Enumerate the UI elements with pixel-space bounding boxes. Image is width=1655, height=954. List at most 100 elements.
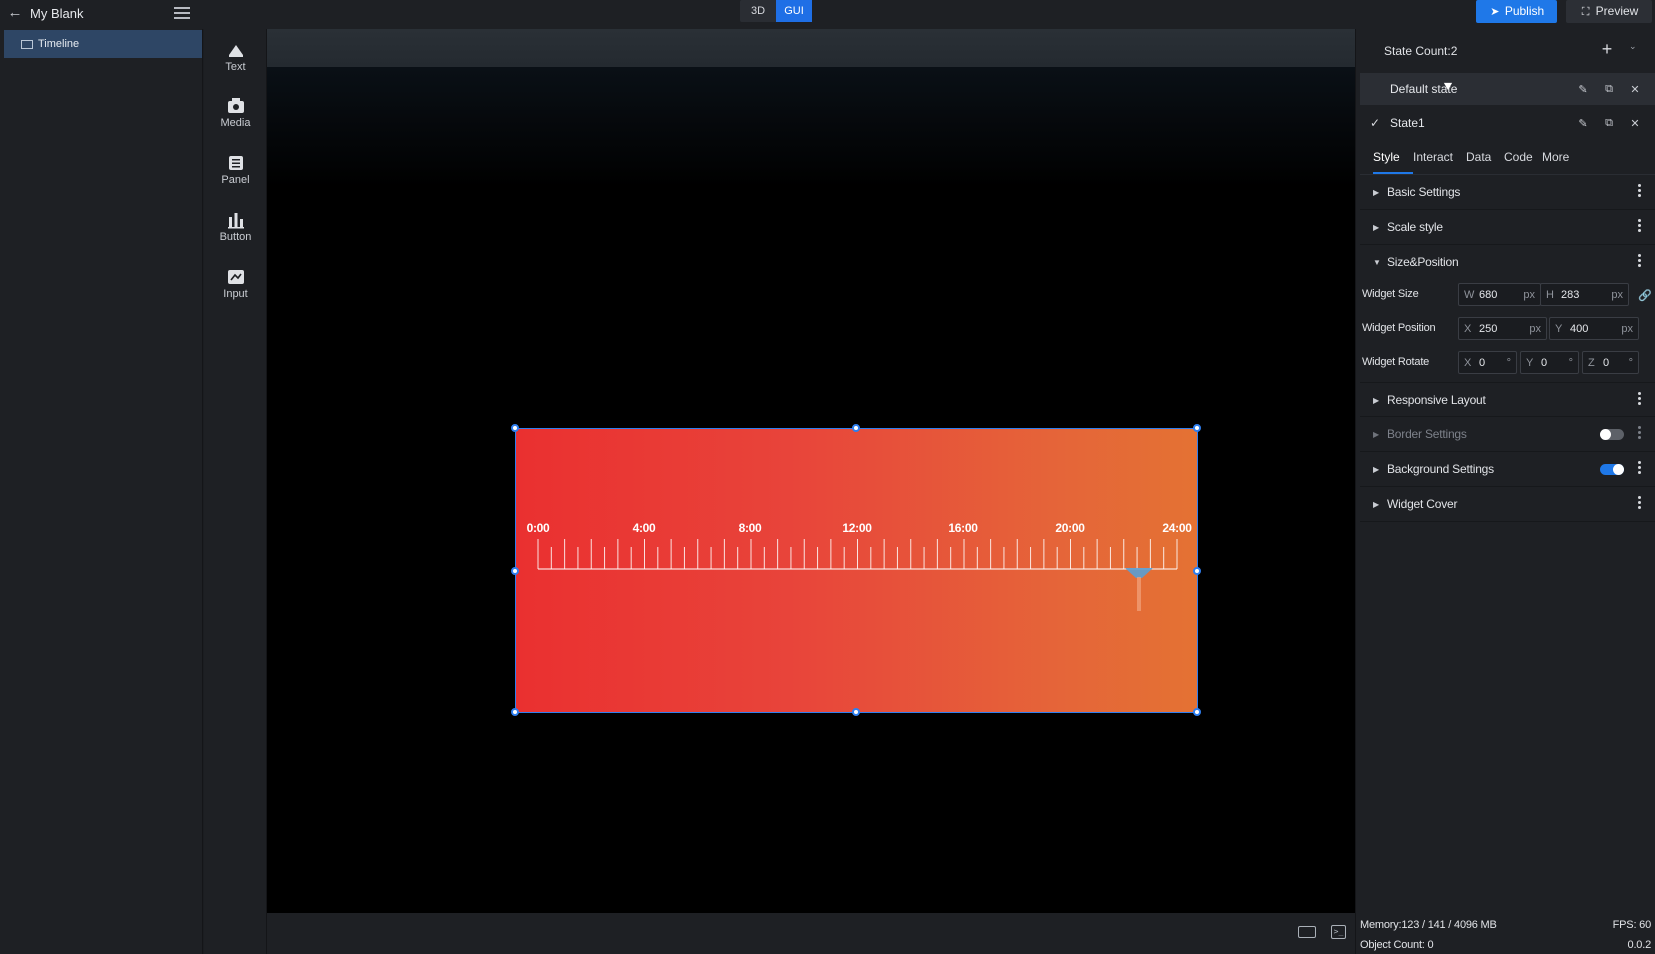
state-name: State1	[1390, 116, 1425, 130]
image-icon	[21, 39, 33, 49]
tab-code[interactable]: Code	[1504, 150, 1533, 164]
mouse-cursor-icon: ⯆	[1442, 79, 1455, 96]
position-y-input[interactable]: Y 400 px	[1549, 317, 1639, 340]
status-bar: Memory:123 / 141 / 4096 MB FPS: 60 Objec…	[1355, 913, 1655, 954]
timeline-widget[interactable]: 0:00 4:00 8:00 12:00 16:00 20:00 24:00	[511, 424, 1201, 716]
copy-icon[interactable]: ⧉	[1602, 83, 1616, 96]
fps-stat: FPS: 60	[1612, 919, 1652, 931]
tab-interact[interactable]: Interact	[1413, 150, 1453, 164]
collapse-arrow-icon: ▼	[1373, 258, 1381, 267]
section-scale-style[interactable]: ▶ Scale style	[1360, 210, 1655, 245]
mode-gui-button[interactable]: GUI	[776, 0, 812, 22]
tool-input[interactable]: Input	[204, 268, 267, 318]
publish-button[interactable]: ➤ Publish	[1476, 0, 1557, 23]
time-label: 4:00	[632, 521, 656, 535]
keyboard-icon[interactable]	[1298, 926, 1316, 938]
chevron-down-icon[interactable]: ⌄	[1629, 41, 1637, 52]
stage-background	[267, 67, 1355, 187]
top-bar: ← My Blank 3D GUI ➤ Publish ⛶ Preview	[0, 0, 1655, 29]
tree-item-timeline[interactable]: Timeline	[4, 30, 202, 58]
section-size-position[interactable]: ▼ Size&Position	[1360, 245, 1655, 280]
more-options-icon[interactable]	[1638, 496, 1642, 511]
edit-icon[interactable]: ✎	[1576, 117, 1590, 130]
section-border-settings[interactable]: ▶ Border Settings	[1360, 417, 1655, 452]
tool-media[interactable]: Media	[204, 97, 267, 147]
panel-icon	[226, 154, 246, 172]
project-title: My Blank	[30, 6, 84, 21]
time-label: 8:00	[738, 521, 762, 535]
widget-position-row: Widget Position X 250 px Y 400 px	[1360, 314, 1655, 344]
more-options-icon[interactable]	[1638, 254, 1642, 269]
input-icon	[226, 268, 246, 286]
background-toggle[interactable]	[1600, 464, 1624, 475]
object-count-stat: Object Count: 0	[1360, 939, 1434, 951]
time-label: 12:00	[842, 521, 872, 535]
tab-style[interactable]: Style	[1373, 150, 1400, 164]
canvas-header-strip	[267, 29, 1355, 67]
terminal-icon[interactable]: >_	[1331, 925, 1346, 939]
add-state-icon[interactable]: +	[1599, 39, 1615, 60]
resize-handle-se[interactable]	[1193, 708, 1201, 716]
resize-handle-e[interactable]	[1193, 567, 1201, 575]
link-icon[interactable]: 🔗	[1638, 289, 1652, 302]
preview-button[interactable]: ⛶ Preview	[1566, 0, 1652, 23]
timeline-labels: 0:00 4:00 8:00 12:00 16:00 20:00 24:00	[516, 521, 1199, 537]
memory-stat: Memory:123 / 141 / 4096 MB	[1360, 919, 1497, 931]
height-input[interactable]: H 283 px	[1540, 283, 1629, 306]
tool-button[interactable]: Button	[204, 211, 267, 261]
back-arrow-icon[interactable]: ←	[6, 4, 24, 22]
resize-handle-w[interactable]	[511, 567, 519, 575]
tool-text[interactable]: Text	[204, 41, 267, 91]
time-label: 20:00	[1055, 521, 1085, 535]
canvas-bottom-bar	[267, 913, 1355, 954]
close-icon[interactable]: ✕	[1628, 117, 1642, 130]
fullscreen-icon: ⛶	[1581, 6, 1590, 18]
more-options-icon[interactable]	[1638, 392, 1642, 407]
rotate-x-input[interactable]: X 0 °	[1458, 351, 1517, 374]
mode-toggle: 3D GUI	[740, 0, 812, 22]
section-responsive-layout[interactable]: ▶ Responsive Layout	[1360, 382, 1655, 417]
border-toggle[interactable]	[1600, 429, 1624, 440]
active-tab-indicator	[1373, 172, 1413, 174]
rotate-y-input[interactable]: Y 0 °	[1520, 351, 1579, 374]
more-options-icon[interactable]	[1638, 184, 1642, 199]
expand-arrow-icon: ▶	[1373, 430, 1380, 439]
resize-handle-nw[interactable]	[511, 424, 519, 432]
more-options-icon[interactable]	[1638, 461, 1642, 476]
resize-handle-ne[interactable]	[1193, 424, 1201, 432]
edit-icon[interactable]: ✎	[1576, 83, 1590, 96]
tool-panel[interactable]: Panel	[204, 154, 267, 204]
state-row-default[interactable]: Default state ⯆ ✎ ⧉ ✕	[1360, 73, 1655, 105]
copy-icon[interactable]: ⧉	[1602, 117, 1616, 130]
section-widget-cover[interactable]: ▶ Widget Cover	[1360, 487, 1655, 522]
time-label: 16:00	[948, 521, 978, 535]
check-icon: ✓	[1370, 116, 1381, 130]
widget-rotate-row: Widget Rotate X 0 ° Y 0 ° Z 0 °	[1360, 348, 1655, 378]
section-basic-settings[interactable]: ▶ Basic Settings	[1360, 175, 1655, 210]
resize-handle-sw[interactable]	[511, 708, 519, 716]
time-label: 24:00	[1162, 521, 1192, 535]
time-label: 0:00	[526, 521, 550, 535]
rotate-z-input[interactable]: Z 0 °	[1582, 351, 1639, 374]
width-input[interactable]: W 680 px	[1458, 283, 1541, 306]
mode-3d-button[interactable]: 3D	[740, 0, 776, 22]
tab-data[interactable]: Data	[1466, 150, 1491, 164]
state-row-state1[interactable]: ✓ State1 ✎ ⧉ ✕	[1360, 107, 1655, 139]
widget-toolbar: Text Media Panel Button Input	[204, 29, 267, 954]
timeline-pointer-icon[interactable]	[1123, 568, 1155, 612]
timeline-scale	[537, 539, 1178, 570]
tab-more[interactable]: More	[1542, 150, 1569, 164]
hamburger-menu-icon[interactable]	[174, 5, 190, 21]
position-x-input[interactable]: X 250 px	[1458, 317, 1547, 340]
text-icon	[226, 41, 246, 59]
close-icon[interactable]: ✕	[1628, 83, 1642, 96]
expand-arrow-icon: ▶	[1373, 465, 1380, 474]
section-background-settings[interactable]: ▶ Background Settings	[1360, 452, 1655, 487]
resize-handle-n[interactable]	[852, 424, 860, 432]
more-options-icon[interactable]	[1638, 426, 1642, 441]
media-icon	[226, 97, 246, 115]
version-stat: 0.0.2	[1627, 939, 1652, 951]
resize-handle-s[interactable]	[852, 708, 860, 716]
state-count-label: State Count:2	[1384, 44, 1458, 58]
more-options-icon[interactable]	[1638, 219, 1642, 234]
